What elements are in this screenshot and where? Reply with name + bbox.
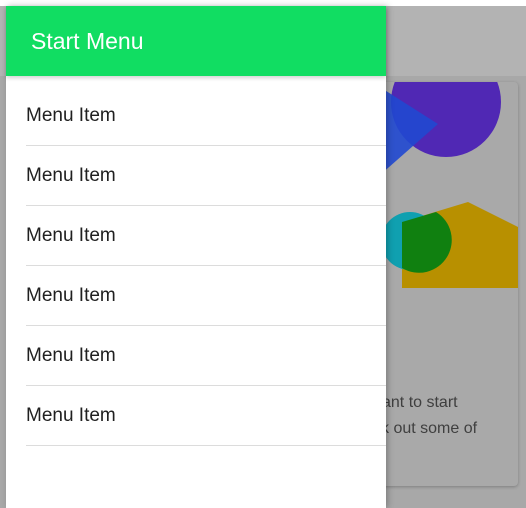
card-description: ant to start k out some of (372, 390, 518, 442)
card-text-line-1: ant to start (382, 394, 458, 411)
background-card: ant to start k out some of (372, 82, 518, 486)
drawer-header: Start Menu (6, 6, 386, 76)
menu-item-3[interactable]: Menu Item (26, 206, 386, 266)
menu-item-label: Menu Item (26, 344, 116, 366)
menu-item-6[interactable]: Menu Item (26, 386, 386, 446)
navigation-drawer: Start Menu Menu Item Menu Item Menu Item… (6, 6, 386, 508)
menu-list: Menu Item Menu Item Menu Item Menu Item … (6, 86, 386, 446)
card-illustration (372, 82, 518, 288)
card-text-line-2: k out some of (381, 420, 478, 437)
menu-item-5[interactable]: Menu Item (26, 326, 386, 386)
menu-item-label: Menu Item (26, 284, 116, 306)
menu-item-label: Menu Item (26, 104, 116, 126)
drawer-title: Start Menu (31, 27, 144, 54)
menu-item-label: Menu Item (26, 404, 116, 426)
menu-item-1[interactable]: Menu Item (26, 86, 386, 146)
menu-item-2[interactable]: Menu Item (26, 146, 386, 206)
menu-item-4[interactable]: Menu Item (26, 266, 386, 326)
menu-item-label: Menu Item (26, 224, 116, 246)
menu-item-label: Menu Item (26, 164, 116, 186)
